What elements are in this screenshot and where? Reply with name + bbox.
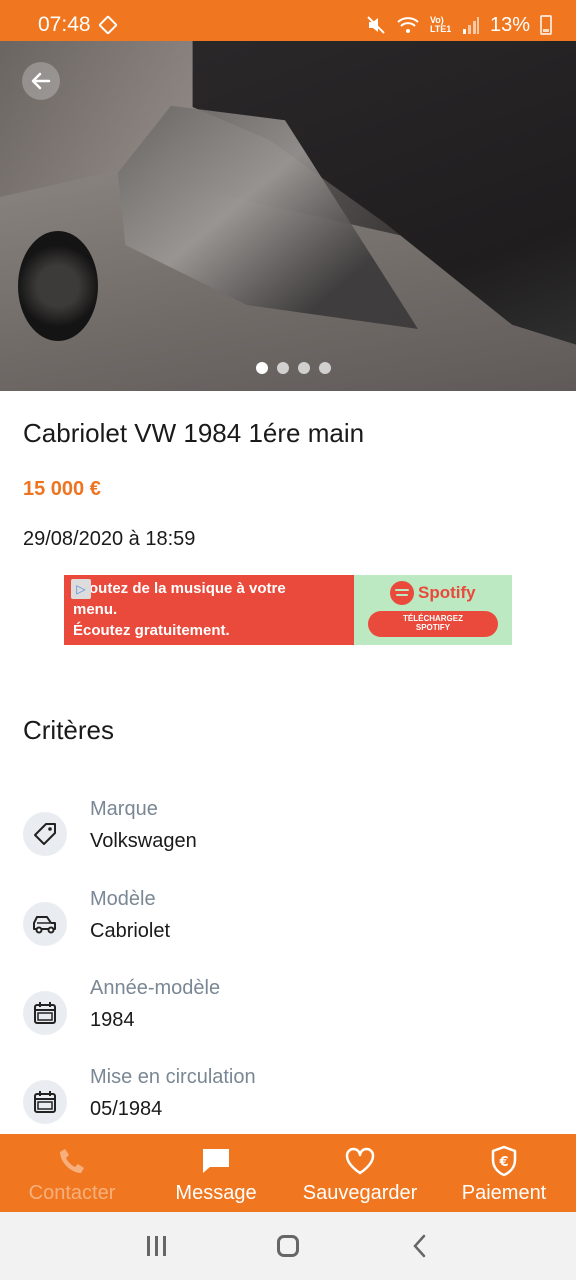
ad-text: ▷ outez de la musique à votre menu. Écou… xyxy=(64,575,354,645)
chevron-left-icon xyxy=(413,1234,426,1258)
data-saver-icon xyxy=(97,15,118,35)
system-nav-bar xyxy=(0,1212,576,1280)
shield-euro-icon: € xyxy=(489,1144,519,1178)
message-button[interactable]: Message xyxy=(144,1134,288,1212)
spotify-logo: Spotify xyxy=(390,581,476,605)
mute-icon xyxy=(367,16,385,34)
battery-icon xyxy=(540,15,552,35)
payment-button[interactable]: € Paiement xyxy=(432,1134,576,1212)
car-icon xyxy=(23,902,67,946)
criteria-heading: Critères xyxy=(23,715,115,745)
tag-icon xyxy=(23,812,67,856)
pagination-dot[interactable] xyxy=(255,362,268,374)
wifi-icon xyxy=(397,17,419,33)
arrow-left-icon xyxy=(31,72,51,90)
spotify-icon xyxy=(390,581,414,605)
pagination-dot[interactable] xyxy=(276,362,289,374)
battery-percent: 13% xyxy=(489,13,530,36)
listing-photo[interactable] xyxy=(0,41,576,391)
phone-icon xyxy=(57,1144,87,1178)
signal-icon xyxy=(462,17,479,34)
calendar-icon xyxy=(23,991,67,1035)
criteria-item-mise-en-circulation: Mise en circulation 05/1984 xyxy=(23,1066,553,1136)
criteria-item-annee: Année-modèle 1984 xyxy=(23,977,553,1047)
listing-title: Cabriolet VW 1984 1ére main xyxy=(23,418,365,448)
pagination-dot[interactable] xyxy=(318,362,331,374)
save-button[interactable]: Sauvegarder xyxy=(288,1134,432,1212)
listing-price: 15 000 € xyxy=(23,478,101,500)
chat-icon xyxy=(200,1144,232,1178)
calendar-icon xyxy=(23,1080,67,1124)
home-button[interactable] xyxy=(263,1221,313,1271)
system-back-button[interactable] xyxy=(395,1221,445,1271)
contact-button[interactable]: Contacter xyxy=(0,1134,144,1212)
criteria-item-marque: Marque Volkswagen xyxy=(23,798,553,868)
action-bar: Contacter Message Sauvegarder € Paiement xyxy=(0,1134,576,1212)
status-icons: Vo) LTE1 13% xyxy=(366,14,552,37)
listing-date: 29/08/2020 à 18:59 xyxy=(23,528,196,550)
recents-icon xyxy=(146,1236,166,1256)
heart-icon xyxy=(344,1144,376,1178)
status-time: 07:48 xyxy=(38,13,91,36)
back-button[interactable] xyxy=(22,62,60,100)
ad-banner[interactable]: ▷ outez de la musique à votre menu. Écou… xyxy=(64,575,512,645)
ad-choices-icon[interactable]: ▷ xyxy=(71,579,91,599)
svg-text:€: € xyxy=(498,1155,508,1170)
gallery-pagination xyxy=(0,362,576,374)
criteria-item-modele: Modèle Cabriolet xyxy=(23,888,553,958)
home-icon xyxy=(277,1235,299,1257)
network-label: Vo) LTE1 xyxy=(429,15,452,34)
ad-download-button[interactable]: TÉLÉCHARGEZ SPOTIFY xyxy=(368,611,498,637)
pagination-dot[interactable] xyxy=(297,362,310,374)
recents-button[interactable] xyxy=(131,1221,181,1271)
